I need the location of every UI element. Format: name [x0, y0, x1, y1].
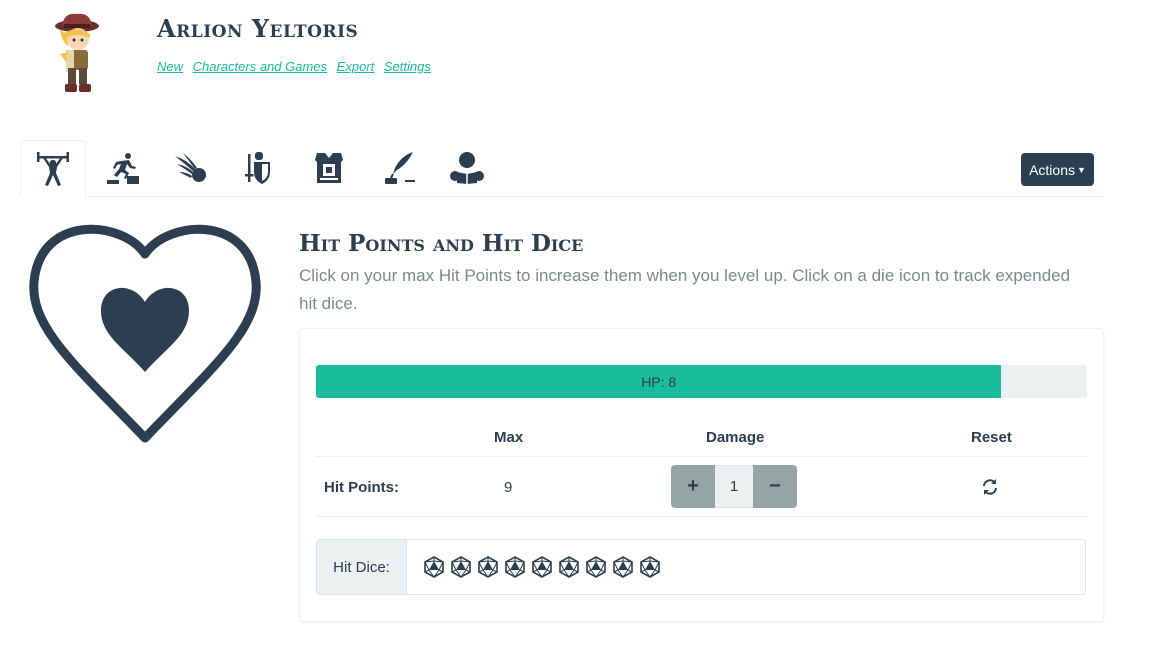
divider [316, 456, 1087, 457]
hp-bar-label: HP: 8 [641, 373, 677, 390]
new-link[interactable]: New [157, 59, 183, 74]
d20-die-icon[interactable] [450, 556, 472, 578]
tab-abilities[interactable] [20, 140, 86, 197]
heart-outline-icon [29, 224, 261, 443]
decrease-damage-button[interactable]: − [753, 465, 797, 508]
armor-vest-icon [315, 153, 343, 183]
max-hp-value[interactable]: 9 [504, 479, 512, 496]
d20-die-icon[interactable] [639, 556, 661, 578]
d20-die-icon[interactable] [612, 556, 634, 578]
d20-die-icon[interactable] [585, 556, 607, 578]
d20-die-icon[interactable] [558, 556, 580, 578]
knight-shield-icon [245, 152, 270, 184]
characters-and-games-link[interactable]: Characters and Games [193, 59, 327, 74]
fireball-icon [175, 153, 206, 182]
d20-die-icon[interactable] [504, 556, 526, 578]
hit-dice-list [407, 540, 661, 594]
tab-skills[interactable] [90, 140, 156, 196]
increase-damage-button[interactable]: + [671, 465, 715, 508]
character-avatar [55, 13, 99, 92]
tab-background[interactable] [434, 140, 500, 196]
damage-stepper: + − [671, 465, 797, 508]
hit-points-label: Hit Points: [324, 479, 399, 496]
tab-equipment[interactable] [296, 140, 362, 196]
damage-column-header: Damage [706, 429, 765, 446]
tab-notes[interactable] [366, 140, 432, 196]
section-tabs [20, 140, 1104, 197]
actions-label: Actions [1029, 161, 1075, 178]
section-title: Hit Points and Hit Dice [299, 230, 584, 257]
reset-column-header: Reset [971, 429, 1012, 446]
divider [316, 516, 1087, 517]
max-column-header: Max [494, 429, 524, 446]
settings-link[interactable]: Settings [384, 59, 431, 74]
reset-icon[interactable] [981, 478, 999, 496]
header-nav: New Characters and Games Export Settings [157, 59, 437, 74]
d20-die-icon[interactable] [423, 556, 445, 578]
running-stairs-icon [107, 153, 139, 184]
section-description: Click on your max Hit Points to increase… [299, 266, 1071, 313]
quill-ink-icon [385, 152, 415, 184]
hp-progress-bar: HP: 8 [316, 365, 1087, 398]
hit-points-panel: HP: 8 Max Damage Reset Hit Points: 9 + −… [299, 328, 1104, 622]
hp-progress-fill: HP: 8 [316, 365, 1002, 398]
export-link[interactable]: Export [337, 59, 375, 74]
hit-dice-group: Hit Dice: [316, 539, 1086, 595]
caret-down-icon: ▼ [1077, 164, 1086, 175]
tab-spells[interactable] [158, 140, 224, 196]
weightlifter-icon [37, 151, 69, 186]
actions-dropdown-button[interactable]: Actions ▼ [1021, 153, 1094, 186]
hit-dice-label: Hit Dice: [317, 540, 407, 594]
damage-input[interactable] [715, 465, 753, 508]
character-name: Arlion Yeltoris [157, 14, 359, 43]
reading-person-icon [450, 152, 484, 184]
d20-die-icon[interactable] [531, 556, 553, 578]
d20-die-icon[interactable] [477, 556, 499, 578]
tab-combat[interactable] [226, 140, 292, 196]
